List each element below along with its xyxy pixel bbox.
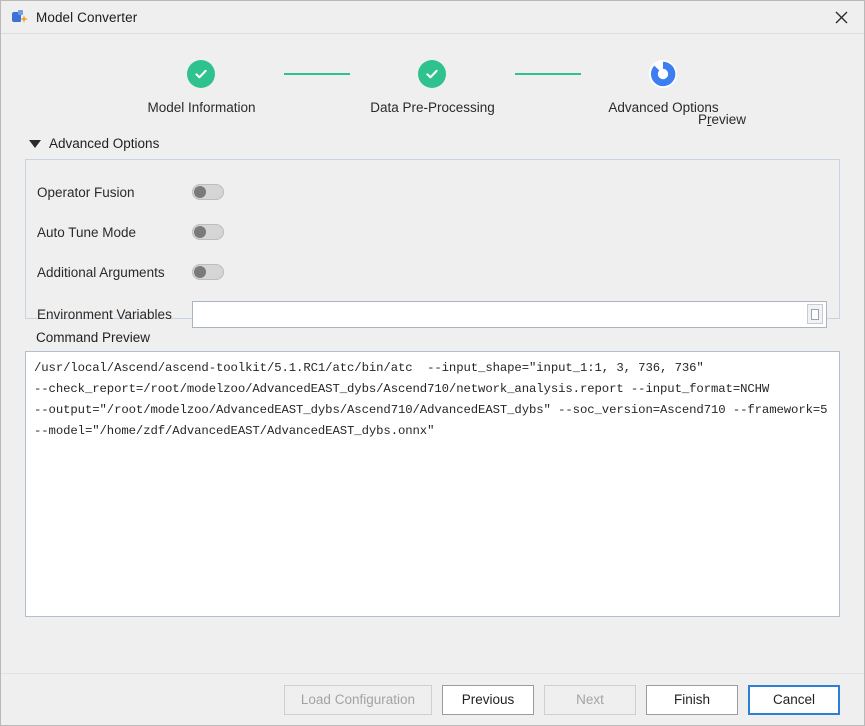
- load-configuration-button[interactable]: Load Configuration: [283, 684, 432, 715]
- option-label-auto-tune-mode: Auto Tune Mode: [37, 224, 137, 240]
- option-label-additional-arguments: Additional Arguments: [37, 264, 165, 280]
- environment-variables-input[interactable]: [193, 301, 807, 327]
- step-advanced-options[interactable]: Advanced Options: [581, 60, 746, 115]
- previous-button[interactable]: Previous: [442, 684, 534, 715]
- title-bar: Model Converter: [1, 1, 864, 34]
- step-data-pre-processing[interactable]: Data Pre-Processing: [350, 60, 515, 115]
- command-line: --check_report=/root/modelzoo/AdvancedEA…: [34, 382, 770, 396]
- toggle-knob: [194, 226, 206, 238]
- step-label-data-pre-processing: Data Pre-Processing: [370, 100, 495, 115]
- window-title: Model Converter: [36, 9, 138, 25]
- next-button[interactable]: Next: [544, 684, 636, 715]
- edit-variables-icon[interactable]: [807, 304, 823, 324]
- command-line: --model="/home/zdf/AdvancedEAST/Advanced…: [34, 424, 435, 438]
- toggle-knob: [194, 266, 206, 278]
- model-converter-window: Model Converter Model Information Data P…: [0, 0, 865, 726]
- advanced-options-section-header[interactable]: Advanced Options: [25, 136, 840, 151]
- finish-button[interactable]: Finish: [646, 684, 738, 715]
- option-row-auto-tune-mode: Auto Tune Mode: [26, 212, 839, 252]
- model-converter-icon: [12, 9, 28, 25]
- step-label-advanced-options: Advanced Options: [608, 100, 719, 115]
- toggle-operator-fusion[interactable]: [192, 184, 224, 200]
- refresh-icon: [649, 60, 678, 88]
- option-label-operator-fusion: Operator Fusion: [37, 184, 135, 200]
- step-model-information[interactable]: Model Information: [119, 60, 284, 115]
- close-icon[interactable]: [818, 1, 864, 33]
- command-preview-heading: Command Preview: [36, 330, 151, 345]
- dialog-footer: Load Configuration Previous Next Finish …: [1, 673, 864, 725]
- option-label-environment-variables: Environment Variables: [37, 306, 172, 322]
- step-connector-1: [283, 73, 350, 75]
- caret-down-icon[interactable]: [29, 139, 41, 148]
- advanced-options-panel: Operator Fusion Auto Tune Mode Additiona…: [25, 159, 840, 328]
- section-title: Advanced Options: [49, 136, 160, 151]
- command-line: /usr/local/Ascend/ascend-toolkit/5.1.RC1…: [34, 361, 704, 375]
- toggle-auto-tune-mode[interactable]: [192, 224, 224, 240]
- cancel-button[interactable]: Cancel: [748, 684, 840, 715]
- toggle-knob: [194, 186, 206, 198]
- check-icon: [187, 60, 216, 88]
- step-label-model-information: Model Information: [147, 100, 256, 115]
- toggle-additional-arguments[interactable]: [192, 264, 224, 280]
- check-icon: [418, 60, 447, 88]
- command-preview-box[interactable]: /usr/local/Ascend/ascend-toolkit/5.1.RC1…: [25, 351, 840, 617]
- option-row-operator-fusion: Operator Fusion: [26, 172, 839, 212]
- option-row-additional-arguments: Additional Arguments: [26, 252, 839, 292]
- environment-variables-field[interactable]: [192, 300, 827, 328]
- dialog-content: Model Information Data Pre-Processing Ad…: [1, 34, 864, 673]
- command-line: --output="/root/modelzoo/AdvancedEAST_dy…: [34, 403, 828, 417]
- step-connector-2: [514, 73, 581, 75]
- wizard-stepper: Model Information Data Pre-Processing Ad…: [25, 60, 840, 132]
